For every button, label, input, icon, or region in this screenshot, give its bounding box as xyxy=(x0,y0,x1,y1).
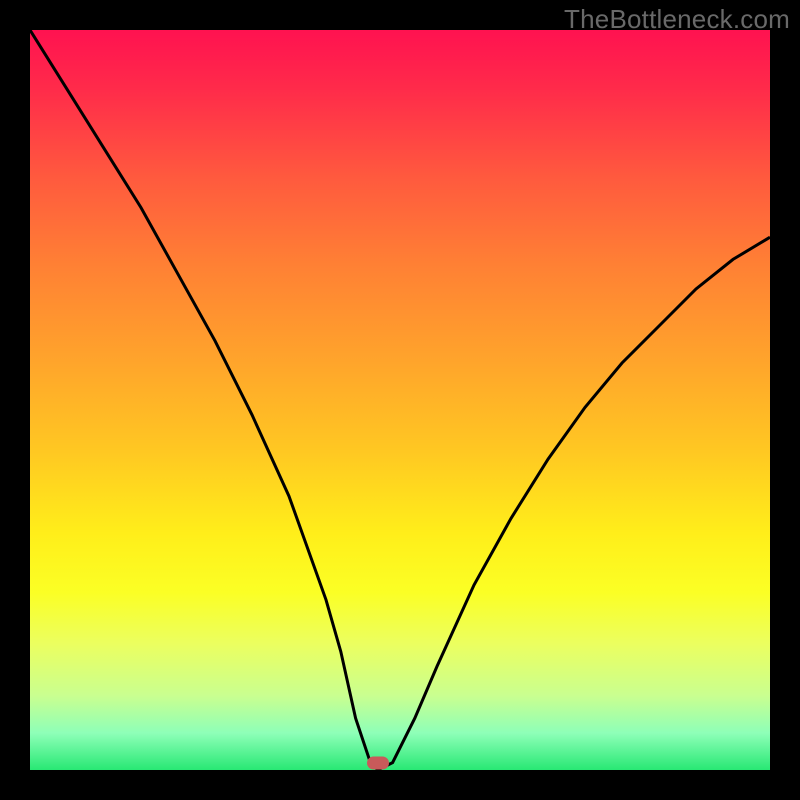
curve-path xyxy=(30,30,770,770)
chart-plot-area xyxy=(30,30,770,770)
bottleneck-curve xyxy=(30,30,770,770)
chart-frame: TheBottleneck.com xyxy=(0,0,800,800)
watermark-text: TheBottleneck.com xyxy=(564,4,790,35)
optimal-marker xyxy=(367,756,389,769)
